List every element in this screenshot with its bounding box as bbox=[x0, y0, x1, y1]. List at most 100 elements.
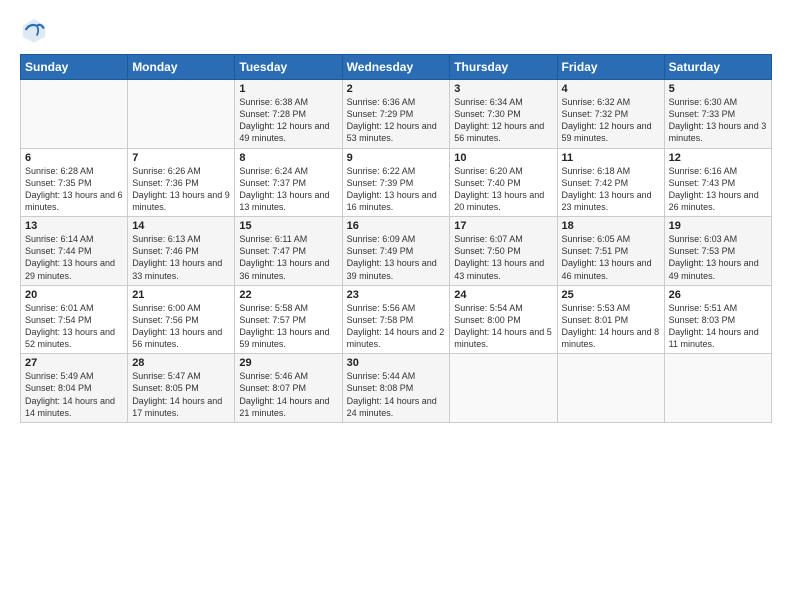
day-number: 28 bbox=[132, 357, 230, 369]
calendar-cell: 19Sunrise: 6:03 AM Sunset: 7:53 PM Dayli… bbox=[664, 217, 771, 286]
day-number: 6 bbox=[25, 152, 123, 164]
calendar-cell bbox=[557, 354, 664, 423]
calendar-week-row: 1Sunrise: 6:38 AM Sunset: 7:28 PM Daylig… bbox=[21, 80, 772, 149]
calendar-cell: 4Sunrise: 6:32 AM Sunset: 7:32 PM Daylig… bbox=[557, 80, 664, 149]
day-info: Sunrise: 6:09 AM Sunset: 7:49 PM Dayligh… bbox=[347, 233, 446, 282]
calendar-cell: 7Sunrise: 6:26 AM Sunset: 7:36 PM Daylig… bbox=[128, 148, 235, 217]
day-info: Sunrise: 5:58 AM Sunset: 7:57 PM Dayligh… bbox=[239, 302, 337, 351]
calendar-cell: 29Sunrise: 5:46 AM Sunset: 8:07 PM Dayli… bbox=[235, 354, 342, 423]
day-number: 24 bbox=[454, 289, 552, 301]
day-info: Sunrise: 6:32 AM Sunset: 7:32 PM Dayligh… bbox=[562, 96, 660, 145]
calendar-week-row: 20Sunrise: 6:01 AM Sunset: 7:54 PM Dayli… bbox=[21, 285, 772, 354]
day-info: Sunrise: 5:56 AM Sunset: 7:58 PM Dayligh… bbox=[347, 302, 446, 351]
day-info: Sunrise: 5:53 AM Sunset: 8:01 PM Dayligh… bbox=[562, 302, 660, 351]
day-info: Sunrise: 6:38 AM Sunset: 7:28 PM Dayligh… bbox=[239, 96, 337, 145]
calendar-week-row: 27Sunrise: 5:49 AM Sunset: 8:04 PM Dayli… bbox=[21, 354, 772, 423]
day-info: Sunrise: 6:30 AM Sunset: 7:33 PM Dayligh… bbox=[669, 96, 767, 145]
day-info: Sunrise: 5:54 AM Sunset: 8:00 PM Dayligh… bbox=[454, 302, 552, 351]
calendar-cell: 2Sunrise: 6:36 AM Sunset: 7:29 PM Daylig… bbox=[342, 80, 450, 149]
calendar-cell bbox=[664, 354, 771, 423]
calendar-cell: 18Sunrise: 6:05 AM Sunset: 7:51 PM Dayli… bbox=[557, 217, 664, 286]
day-info: Sunrise: 5:49 AM Sunset: 8:04 PM Dayligh… bbox=[25, 370, 123, 419]
calendar-cell: 10Sunrise: 6:20 AM Sunset: 7:40 PM Dayli… bbox=[450, 148, 557, 217]
day-info: Sunrise: 6:34 AM Sunset: 7:30 PM Dayligh… bbox=[454, 96, 552, 145]
day-info: Sunrise: 6:03 AM Sunset: 7:53 PM Dayligh… bbox=[669, 233, 767, 282]
calendar-cell bbox=[21, 80, 128, 149]
calendar-cell: 15Sunrise: 6:11 AM Sunset: 7:47 PM Dayli… bbox=[235, 217, 342, 286]
day-info: Sunrise: 6:20 AM Sunset: 7:40 PM Dayligh… bbox=[454, 165, 552, 214]
day-number: 1 bbox=[239, 83, 337, 95]
day-info: Sunrise: 6:36 AM Sunset: 7:29 PM Dayligh… bbox=[347, 96, 446, 145]
calendar-cell: 22Sunrise: 5:58 AM Sunset: 7:57 PM Dayli… bbox=[235, 285, 342, 354]
weekday-header: Thursday bbox=[450, 55, 557, 80]
logo bbox=[20, 16, 52, 44]
day-info: Sunrise: 6:16 AM Sunset: 7:43 PM Dayligh… bbox=[669, 165, 767, 214]
calendar-cell: 25Sunrise: 5:53 AM Sunset: 8:01 PM Dayli… bbox=[557, 285, 664, 354]
day-number: 14 bbox=[132, 220, 230, 232]
day-info: Sunrise: 6:07 AM Sunset: 7:50 PM Dayligh… bbox=[454, 233, 552, 282]
day-info: Sunrise: 5:51 AM Sunset: 8:03 PM Dayligh… bbox=[669, 302, 767, 351]
calendar-cell: 3Sunrise: 6:34 AM Sunset: 7:30 PM Daylig… bbox=[450, 80, 557, 149]
calendar-cell: 28Sunrise: 5:47 AM Sunset: 8:05 PM Dayli… bbox=[128, 354, 235, 423]
day-number: 27 bbox=[25, 357, 123, 369]
day-info: Sunrise: 5:44 AM Sunset: 8:08 PM Dayligh… bbox=[347, 370, 446, 419]
day-info: Sunrise: 6:13 AM Sunset: 7:46 PM Dayligh… bbox=[132, 233, 230, 282]
calendar-header-row: SundayMondayTuesdayWednesdayThursdayFrid… bbox=[21, 55, 772, 80]
header bbox=[20, 16, 772, 44]
calendar-cell bbox=[128, 80, 235, 149]
day-number: 19 bbox=[669, 220, 767, 232]
day-info: Sunrise: 6:11 AM Sunset: 7:47 PM Dayligh… bbox=[239, 233, 337, 282]
weekday-header: Monday bbox=[128, 55, 235, 80]
day-number: 4 bbox=[562, 83, 660, 95]
day-info: Sunrise: 6:01 AM Sunset: 7:54 PM Dayligh… bbox=[25, 302, 123, 351]
calendar-cell: 24Sunrise: 5:54 AM Sunset: 8:00 PM Dayli… bbox=[450, 285, 557, 354]
day-info: Sunrise: 6:18 AM Sunset: 7:42 PM Dayligh… bbox=[562, 165, 660, 214]
day-number: 29 bbox=[239, 357, 337, 369]
day-number: 25 bbox=[562, 289, 660, 301]
day-number: 22 bbox=[239, 289, 337, 301]
day-number: 2 bbox=[347, 83, 446, 95]
calendar-week-row: 6Sunrise: 6:28 AM Sunset: 7:35 PM Daylig… bbox=[21, 148, 772, 217]
calendar-cell: 1Sunrise: 6:38 AM Sunset: 7:28 PM Daylig… bbox=[235, 80, 342, 149]
day-info: Sunrise: 6:22 AM Sunset: 7:39 PM Dayligh… bbox=[347, 165, 446, 214]
logo-icon bbox=[20, 16, 48, 44]
calendar-cell: 21Sunrise: 6:00 AM Sunset: 7:56 PM Dayli… bbox=[128, 285, 235, 354]
day-number: 15 bbox=[239, 220, 337, 232]
calendar-cell: 11Sunrise: 6:18 AM Sunset: 7:42 PM Dayli… bbox=[557, 148, 664, 217]
calendar-cell: 13Sunrise: 6:14 AM Sunset: 7:44 PM Dayli… bbox=[21, 217, 128, 286]
day-info: Sunrise: 6:00 AM Sunset: 7:56 PM Dayligh… bbox=[132, 302, 230, 351]
weekday-header: Saturday bbox=[664, 55, 771, 80]
day-number: 5 bbox=[669, 83, 767, 95]
calendar-cell: 20Sunrise: 6:01 AM Sunset: 7:54 PM Dayli… bbox=[21, 285, 128, 354]
calendar-cell: 26Sunrise: 5:51 AM Sunset: 8:03 PM Dayli… bbox=[664, 285, 771, 354]
weekday-header: Tuesday bbox=[235, 55, 342, 80]
day-info: Sunrise: 6:26 AM Sunset: 7:36 PM Dayligh… bbox=[132, 165, 230, 214]
day-number: 21 bbox=[132, 289, 230, 301]
day-number: 30 bbox=[347, 357, 446, 369]
calendar-cell: 16Sunrise: 6:09 AM Sunset: 7:49 PM Dayli… bbox=[342, 217, 450, 286]
weekday-header: Sunday bbox=[21, 55, 128, 80]
day-number: 12 bbox=[669, 152, 767, 164]
calendar-cell: 12Sunrise: 6:16 AM Sunset: 7:43 PM Dayli… bbox=[664, 148, 771, 217]
day-number: 23 bbox=[347, 289, 446, 301]
day-info: Sunrise: 6:05 AM Sunset: 7:51 PM Dayligh… bbox=[562, 233, 660, 282]
page: SundayMondayTuesdayWednesdayThursdayFrid… bbox=[0, 0, 792, 612]
day-number: 17 bbox=[454, 220, 552, 232]
day-number: 9 bbox=[347, 152, 446, 164]
day-number: 8 bbox=[239, 152, 337, 164]
calendar-cell: 17Sunrise: 6:07 AM Sunset: 7:50 PM Dayli… bbox=[450, 217, 557, 286]
day-number: 26 bbox=[669, 289, 767, 301]
calendar-cell: 9Sunrise: 6:22 AM Sunset: 7:39 PM Daylig… bbox=[342, 148, 450, 217]
day-info: Sunrise: 5:46 AM Sunset: 8:07 PM Dayligh… bbox=[239, 370, 337, 419]
weekday-header: Wednesday bbox=[342, 55, 450, 80]
day-info: Sunrise: 5:47 AM Sunset: 8:05 PM Dayligh… bbox=[132, 370, 230, 419]
day-number: 13 bbox=[25, 220, 123, 232]
day-number: 11 bbox=[562, 152, 660, 164]
calendar-cell: 6Sunrise: 6:28 AM Sunset: 7:35 PM Daylig… bbox=[21, 148, 128, 217]
day-number: 3 bbox=[454, 83, 552, 95]
weekday-header: Friday bbox=[557, 55, 664, 80]
day-number: 16 bbox=[347, 220, 446, 232]
day-number: 7 bbox=[132, 152, 230, 164]
calendar-cell: 8Sunrise: 6:24 AM Sunset: 7:37 PM Daylig… bbox=[235, 148, 342, 217]
day-info: Sunrise: 6:24 AM Sunset: 7:37 PM Dayligh… bbox=[239, 165, 337, 214]
